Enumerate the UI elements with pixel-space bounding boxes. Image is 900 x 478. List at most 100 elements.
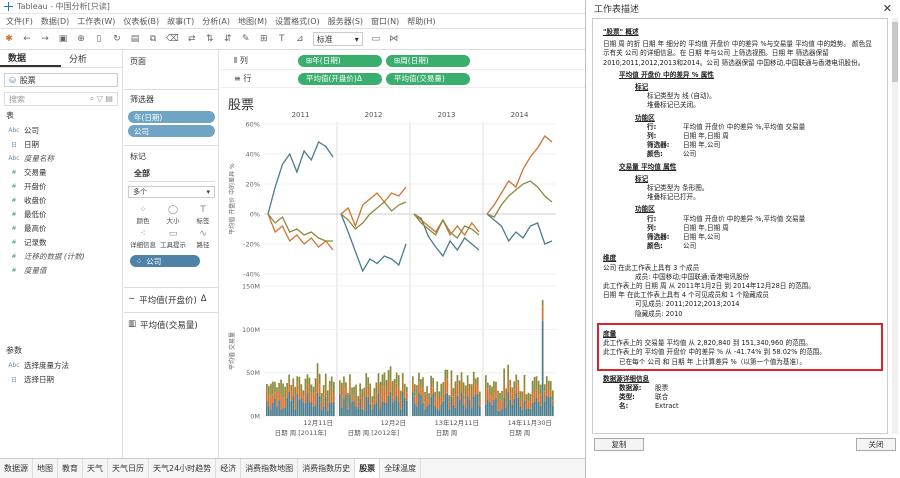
field-item[interactable]: # 最高价 <box>0 221 122 235</box>
menu-analysis[interactable]: 分析(A) <box>198 16 234 27</box>
field-item[interactable]: Abc 公司 <box>0 123 122 137</box>
duplicate-sheet-icon[interactable]: ⧉ <box>148 34 158 44</box>
field-item[interactable]: # 收盘价 <box>0 193 122 207</box>
volume-bar <box>552 390 554 401</box>
group-icon[interactable]: ⊞ <box>259 34 269 44</box>
menu-format[interactable]: 设置格式(O) <box>271 16 324 27</box>
volume-bar <box>406 386 408 393</box>
sheet-tab[interactable]: 天气24小时趋势 <box>149 459 217 478</box>
close-button[interactable]: 关闭 <box>856 438 896 451</box>
tab-analysis[interactable]: 分析 <box>61 50 122 67</box>
scroll-thumb[interactable] <box>892 22 898 82</box>
refresh-icon[interactable]: ↻ <box>112 34 122 44</box>
sheet-tab[interactable]: 教育 <box>58 459 83 478</box>
param-item[interactable]: 日选择日期 <box>0 372 122 386</box>
new-sheet-icon[interactable]: ▤ <box>130 34 140 44</box>
menu-server[interactable]: 服务器(S) <box>324 16 367 27</box>
mark-button-size[interactable]: ◯ 大小 <box>159 204 187 226</box>
filter-pill-year[interactable]: 年(日期) <box>128 111 215 123</box>
datasource-selector[interactable]: ⛁ 股票 <box>4 73 118 87</box>
mark-button-label[interactable]: T 标签 <box>189 204 217 226</box>
year-header: 2011 <box>292 111 310 119</box>
volume-bar <box>521 409 524 416</box>
param-item[interactable]: Abc 选择度量方法 <box>0 358 122 372</box>
columns-pill-week[interactable]: ⊞ 周(日期) <box>386 54 470 67</box>
clear-sheet-icon[interactable]: ⌫ <box>166 34 179 44</box>
volume-bar <box>401 379 404 392</box>
menu-data[interactable]: 数据(D) <box>37 16 73 27</box>
menu-dashboard[interactable]: 仪表板(B) <box>119 16 163 27</box>
fix-axes-icon[interactable]: ⊿ <box>295 34 305 44</box>
sheet-tab[interactable]: 股票 <box>355 459 381 478</box>
mark-button-label: 工具提示 <box>160 241 186 249</box>
volume-bar <box>507 364 509 378</box>
sheet-tab[interactable]: 天气日历 <box>108 459 149 478</box>
field-search[interactable]: 搜索 ⌕ ▽ ▤ <box>4 92 118 106</box>
tab-data[interactable]: 数据 <box>0 50 61 67</box>
marks-pill-company[interactable]: ⁘ 公司 <box>130 255 200 267</box>
measure-card-volume[interactable]: ▥ 平均值(交易量) <box>124 312 219 337</box>
mark-button-label: 标签 <box>196 217 210 225</box>
volume-bar <box>493 399 495 416</box>
menu-help[interactable]: 帮助(H) <box>403 16 439 27</box>
measure-card-open[interactable]: ∼ 平均值(开盘价) Δ <box>124 287 219 312</box>
sheet-tab[interactable]: 全球温度 <box>380 459 422 478</box>
volume-bar <box>272 394 274 403</box>
presentation-icon[interactable]: ▭ <box>371 34 381 44</box>
sheet-tab[interactable]: 消费指数地图 <box>241 459 299 478</box>
field-item[interactable]: Abc 度量名称 <box>0 151 122 165</box>
mark-button-color[interactable]: ⁘ 颜色 <box>129 204 157 226</box>
sheet-tab[interactable]: 天气 <box>83 459 108 478</box>
menu-file[interactable]: 文件(F) <box>2 16 37 27</box>
sheet-tab[interactable]: 地图 <box>33 459 58 478</box>
menu-worksheet[interactable]: 工作表(W) <box>73 16 119 27</box>
mark-button-path[interactable]: ∿ 路径 <box>189 228 217 250</box>
back-icon[interactable]: ← <box>22 34 32 44</box>
search-input[interactable]: 搜索 <box>9 94 25 105</box>
volume-bar <box>397 402 400 416</box>
rows-pill-open[interactable]: 平均值(开盘价) Δ <box>298 72 382 85</box>
volume-bar <box>397 375 400 388</box>
close-icon[interactable]: ✕ <box>883 2 892 15</box>
share-icon[interactable]: ⋈ <box>389 34 399 44</box>
mark-button-detail[interactable]: ⁖ 详细信息 <box>129 228 157 250</box>
highlight-icon[interactable]: ✎ <box>241 34 251 44</box>
filter-pill-company[interactable]: 公司 <box>128 125 215 137</box>
sort-asc-icon[interactable]: ⇅ <box>205 34 215 44</box>
mark-button-tooltip[interactable]: ▭ 工具提示 <box>159 228 187 250</box>
field-item[interactable]: # 开盘价 <box>0 179 122 193</box>
dialog-scrollbar[interactable] <box>892 18 898 434</box>
mark-type-select[interactable]: 多个 ▾ <box>128 186 215 198</box>
swap-icon[interactable]: ⇄ <box>187 34 197 44</box>
field-item[interactable]: # 度量值 <box>0 263 122 277</box>
field-item[interactable]: # 记录数 <box>0 235 122 249</box>
labels-icon[interactable]: T <box>277 34 287 44</box>
rows-pill-volume[interactable]: 平均值(交易量) <box>386 72 470 85</box>
size-icon: ◯ <box>167 205 179 215</box>
fit-select[interactable]: 标准 ▾ <box>312 32 363 46</box>
menu-map[interactable]: 地图(M) <box>234 16 271 27</box>
search-icon[interactable]: ⌕ ▽ ▤ <box>90 94 113 104</box>
new-datasource-icon[interactable]: ⊕ <box>76 34 86 44</box>
copy-button[interactable]: 复制 <box>594 438 644 451</box>
sheet-tab[interactable]: 数据源 <box>0 459 33 478</box>
forward-icon[interactable]: → <box>40 34 50 44</box>
menu-window[interactable]: 窗口(N) <box>367 16 403 27</box>
sheet-tab[interactable]: 经济 <box>216 459 242 478</box>
volume-bar <box>310 384 313 393</box>
menu-story[interactable]: 故事(T) <box>163 16 198 27</box>
field-item[interactable]: # 最低价 <box>0 207 122 221</box>
field-item[interactable]: # 迁移的数据 (计数) <box>0 249 122 263</box>
tableau-icon[interactable]: ✱ <box>4 34 14 44</box>
volume-bar <box>438 410 441 416</box>
columns-shelf[interactable]: ⫴ 列 ⊞ 年(日期) ⊞ 周(日期) <box>220 52 585 70</box>
columns-pill-year[interactable]: ⊞ 年(日期) <box>298 54 382 67</box>
sheet-tab[interactable]: 消费指数历史 <box>298 459 356 478</box>
field-item[interactable]: 日日期 <box>0 137 122 151</box>
rows-shelf[interactable]: ≡ 行 平均值(开盘价) Δ 平均值(交易量) <box>220 70 585 88</box>
field-item[interactable]: # 交易量 <box>0 165 122 179</box>
pause-icon[interactable]: ▯ <box>94 34 104 44</box>
marks-all-tab[interactable]: 全部 <box>128 166 215 182</box>
save-icon[interactable]: ▣ <box>58 34 68 44</box>
sort-desc-icon[interactable]: ⇵ <box>223 34 233 44</box>
